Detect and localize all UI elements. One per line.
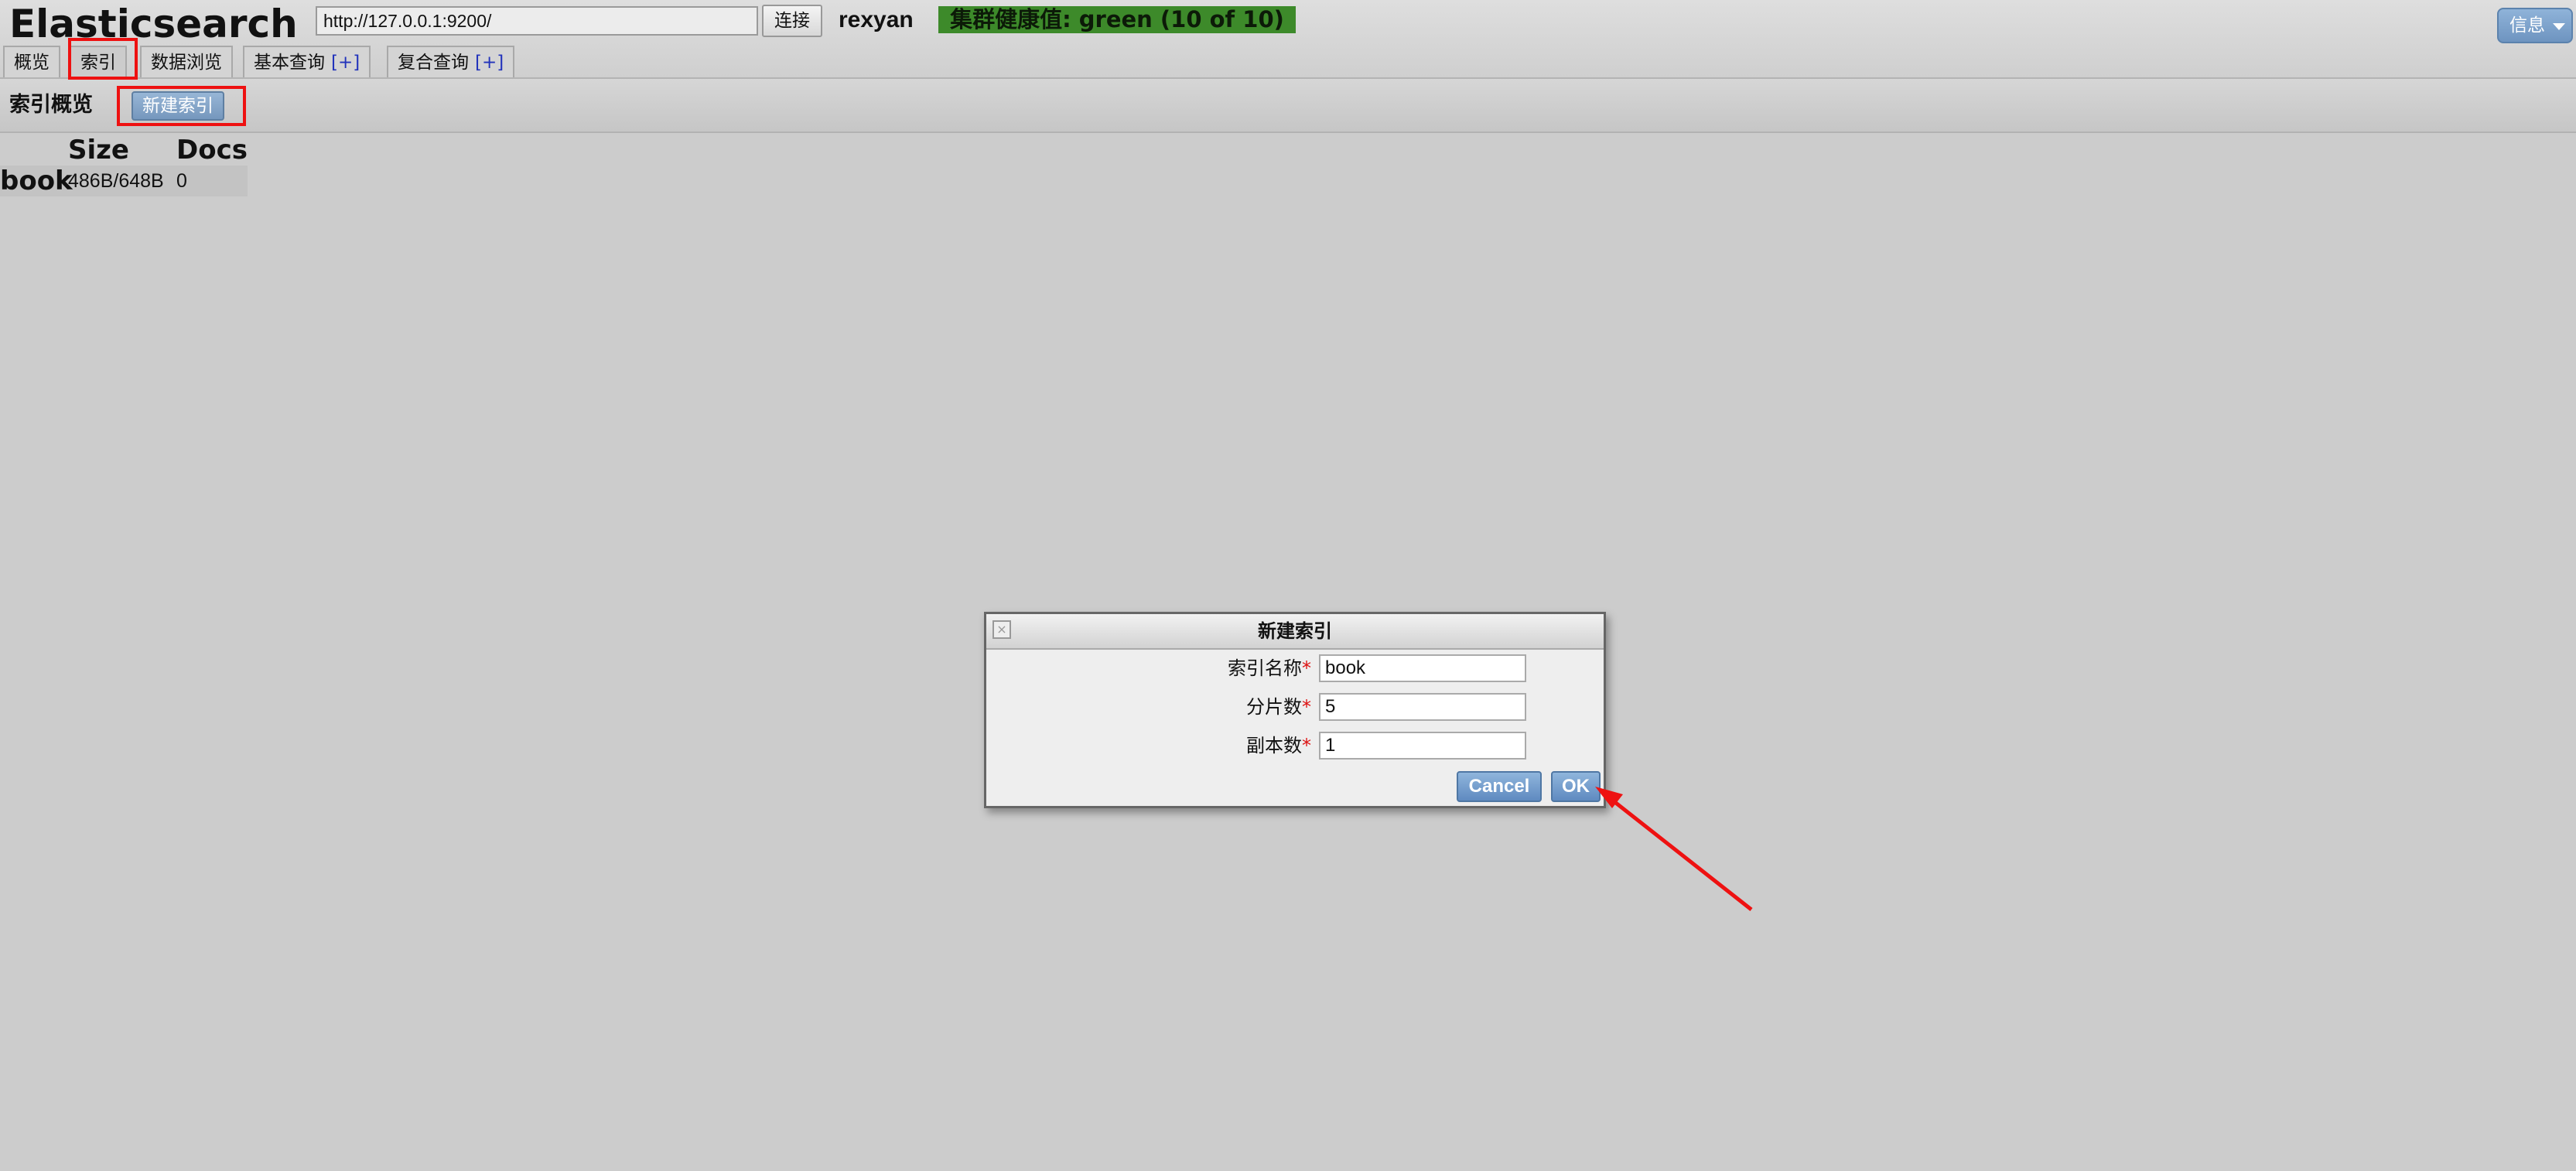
column-header-size: Size xyxy=(68,135,129,166)
cluster-health-badge: 集群健康值: green (10 of 10) xyxy=(938,6,1296,33)
arrow-shaft xyxy=(1604,794,1753,911)
required-mark: * xyxy=(1302,696,1311,718)
index-name-label: 索引名称* xyxy=(986,654,1311,682)
tab-basic-query[interactable]: 基本查询 [+] xyxy=(243,46,371,77)
dialog-titlebar: 新建索引 × xyxy=(986,614,1604,650)
new-index-button[interactable]: 新建索引 xyxy=(132,91,224,121)
shards-label: 分片数* xyxy=(986,693,1311,721)
shards-input[interactable] xyxy=(1319,693,1526,721)
column-header-docs: Docs xyxy=(176,135,248,166)
dialog-title: 新建索引 xyxy=(1258,620,1332,642)
tab-basic-query-plus: [+] xyxy=(331,53,360,73)
cluster-name: rexyan xyxy=(839,7,914,32)
tab-indices-label: 索引 xyxy=(80,53,116,73)
cancel-button[interactable]: Cancel xyxy=(1457,771,1542,802)
annotation-arrow xyxy=(1595,787,1753,911)
tab-data-browser[interactable]: 数据浏览 xyxy=(140,46,233,77)
index-name-input[interactable] xyxy=(1319,654,1526,682)
app-title: Elasticsearch xyxy=(9,2,298,46)
required-mark: * xyxy=(1302,657,1311,679)
cluster-url-input[interactable] xyxy=(316,6,758,36)
tab-overview[interactable]: 概览 xyxy=(3,46,60,77)
index-docs: 0 xyxy=(176,170,187,192)
required-mark: * xyxy=(1302,735,1311,756)
index-name[interactable]: book xyxy=(0,166,73,196)
tab-compound-query-label: 复合查询 xyxy=(398,53,469,73)
index-overview-title: 索引概览 xyxy=(9,93,93,117)
tab-data-browser-label: 数据浏览 xyxy=(151,53,222,73)
info-menu-label: 信息 xyxy=(2509,15,2545,36)
tab-indices[interactable]: 索引 xyxy=(70,46,127,77)
chevron-down-icon xyxy=(2553,23,2565,30)
replicas-input[interactable] xyxy=(1319,732,1526,760)
replicas-label: 副本数* xyxy=(986,732,1311,760)
index-toolbar: 索引概览 新建索引 xyxy=(0,79,2576,133)
tab-compound-query[interactable]: 复合查询 [+] xyxy=(387,46,515,77)
info-menu-button[interactable]: 信息 xyxy=(2497,8,2573,43)
index-size: 486B/648B xyxy=(68,170,164,192)
close-icon[interactable]: × xyxy=(992,620,1011,639)
tab-overview-label: 概览 xyxy=(14,53,50,73)
ok-button[interactable]: OK xyxy=(1551,771,1601,802)
shards-label-text: 分片数 xyxy=(1246,696,1302,718)
new-index-dialog: 新建索引 × 索引名称* 分片数* 副本数* Cancel OK xyxy=(984,612,1606,808)
tab-compound-query-plus: [+] xyxy=(475,53,504,73)
index-name-label-text: 索引名称 xyxy=(1228,657,1302,679)
replicas-label-text: 副本数 xyxy=(1246,735,1302,756)
tab-basic-query-label: 基本查询 xyxy=(254,53,325,73)
connect-button[interactable]: 连接 xyxy=(762,5,822,37)
